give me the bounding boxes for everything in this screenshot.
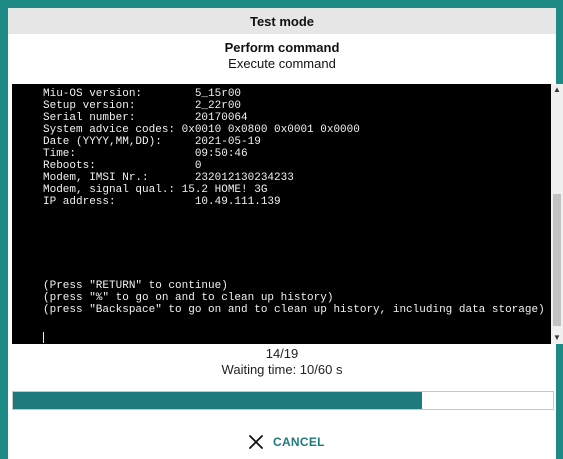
close-icon [249,435,263,449]
scroll-up-arrow-icon[interactable]: ▲ [551,84,563,96]
cancel-label: CANCEL [273,435,325,449]
command-title: Perform command [224,40,340,55]
console-output[interactable]: Miu-OS version: 5_15r00 Setup version: 2… [12,84,551,344]
text-cursor [43,332,44,343]
title-bar: Test mode [8,8,556,34]
progress-fill [13,392,423,409]
waiting-time: Waiting time: 10/60 s [221,362,343,377]
progress-bar [12,391,554,410]
dialog-header: Perform command Execute command [8,36,556,74]
cancel-button[interactable]: CANCEL [248,430,325,454]
scrollbar-thumb[interactable] [553,194,561,326]
step-counter: 14/19 [265,346,299,361]
console-text: Miu-OS version: 5_15r00 Setup version: 2… [43,88,545,316]
console-scrollbar[interactable]: ▲ ▼ [551,84,563,344]
status-area: 14/19 Waiting time: 10/60 s [8,346,556,378]
command-subtitle: Execute command [228,56,336,71]
scroll-down-arrow-icon[interactable]: ▼ [551,332,563,344]
window-title: Test mode [249,13,315,29]
